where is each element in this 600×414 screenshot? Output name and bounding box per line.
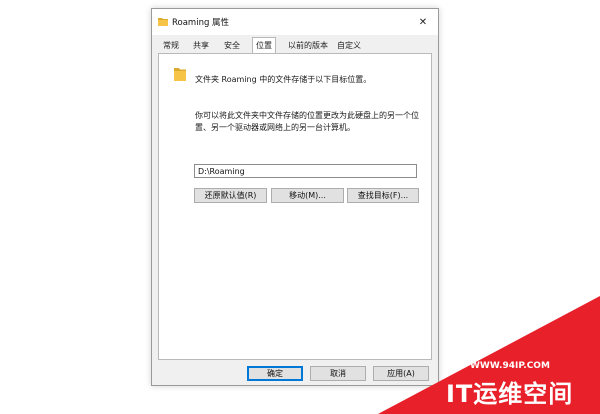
tab-security[interactable]: 安全 [221,39,243,52]
tab-sharing[interactable]: 共享 [190,39,212,52]
ok-button[interactable]: 确定 [247,366,303,381]
title-bar[interactable]: Roaming 属性 ✕ [152,9,438,35]
tab-strip: 常规 共享 安全 位置 以前的版本 自定义 [158,37,432,53]
close-button[interactable]: ✕ [408,9,438,35]
find-target-button[interactable]: 查找目标(F)... [347,188,419,203]
move-button[interactable]: 移动(M)... [271,188,344,203]
close-icon: ✕ [418,16,428,28]
restore-default-button[interactable]: 还原默认值(R) [194,188,267,203]
tab-general[interactable]: 常规 [160,39,182,52]
window-title: Roaming 属性 [172,18,230,28]
watermark-url: WWW.94IP.COM [470,361,550,371]
target-path-input[interactable] [194,164,417,178]
properties-dialog: Roaming 属性 ✕ 常规 共享 安全 位置 以前的版本 自定义 文件夹 R… [151,8,439,386]
apply-button[interactable]: 应用(A) [373,366,429,381]
tab-previous-versions[interactable]: 以前的版本 [285,39,331,52]
tab-customize[interactable]: 自定义 [334,39,364,52]
folder-icon [173,66,187,84]
tab-location[interactable]: 位置 [252,37,276,53]
location-description: 文件夹 Roaming 中的文件存储于以下目标位置。 [195,75,372,84]
location-help-text: 你可以将此文件夹中文件存储的位置更改为此硬盘上的另一个位置、另一个驱动器或网络上… [195,111,419,132]
watermark-brand: IT运维空间 [446,380,574,408]
cancel-button[interactable]: 取消 [310,366,366,381]
location-panel: 文件夹 Roaming 中的文件存储于以下目标位置。 你可以将此文件夹中文件存储… [158,53,432,360]
folder-icon [158,17,168,28]
